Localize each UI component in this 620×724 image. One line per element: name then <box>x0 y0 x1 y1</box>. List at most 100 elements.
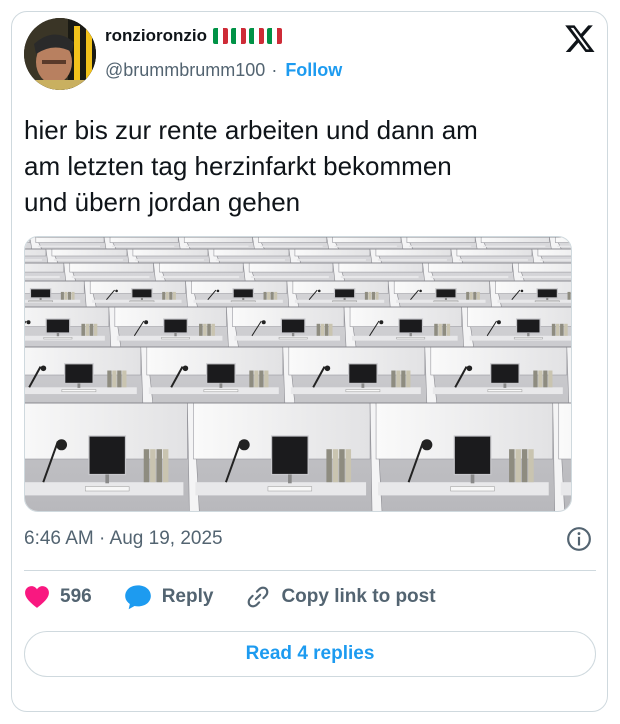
tweet-timestamp[interactable]: 6:46 AM · Aug 19, 2025 <box>24 528 223 550</box>
binder <box>259 370 264 388</box>
binder <box>112 370 117 388</box>
monitor-stand <box>56 333 60 337</box>
monitor-stand <box>343 297 346 300</box>
desk <box>408 245 472 248</box>
author-name[interactable]: ronzioronzio <box>105 26 207 46</box>
like-count: 596 <box>60 586 92 607</box>
binder <box>211 323 215 336</box>
binder <box>332 449 339 483</box>
monitor-stand <box>288 474 292 484</box>
binder <box>364 291 368 300</box>
cubicle-wall <box>35 237 105 243</box>
binder <box>345 449 352 483</box>
monitor-stand <box>546 297 549 300</box>
monitor <box>64 363 94 385</box>
monitor <box>88 435 127 476</box>
tweet-text: hier bis zur rente arbeiten und dann am … <box>24 115 478 217</box>
binder <box>162 291 166 300</box>
binder <box>401 370 406 388</box>
keyboard <box>278 337 308 340</box>
binder <box>446 323 451 336</box>
desk <box>37 245 101 248</box>
binder <box>533 370 538 388</box>
desk <box>112 245 175 248</box>
binder <box>434 323 438 336</box>
action-bar: 596 Reply Copy link to post <box>24 584 468 610</box>
keyboard <box>332 300 358 303</box>
binder <box>117 370 122 388</box>
italy-flag-icon <box>212 28 228 44</box>
cubicle-wall <box>537 248 571 257</box>
binder <box>473 291 477 300</box>
keyboard <box>161 337 190 340</box>
tweet-image[interactable] <box>24 236 572 512</box>
binder <box>571 292 572 300</box>
cubicle-wall <box>375 248 452 257</box>
binder <box>371 291 375 300</box>
binder <box>515 449 521 483</box>
keyboard <box>203 389 239 393</box>
lamp-head <box>317 289 321 293</box>
desk <box>25 245 26 248</box>
binder <box>172 291 176 300</box>
read-replies-button[interactable]: Read 4 replies <box>24 631 596 677</box>
lamp-head <box>379 320 384 325</box>
desk <box>25 259 42 261</box>
binder <box>548 370 553 388</box>
keyboard <box>61 389 97 393</box>
reply-button[interactable]: Reply <box>124 584 213 610</box>
binder <box>328 323 333 336</box>
binder <box>89 323 94 336</box>
monitor <box>536 288 559 299</box>
cubicle-wall <box>518 262 571 273</box>
author-handle[interactable]: @brummbrumm100 <box>105 60 265 81</box>
binder <box>551 323 556 336</box>
desk <box>557 245 571 248</box>
binder <box>85 323 90 336</box>
keyboard <box>396 337 426 340</box>
cubicle-wall <box>51 248 128 257</box>
avatar[interactable] <box>24 18 96 90</box>
desk <box>340 275 419 279</box>
binder <box>555 323 560 336</box>
desk <box>25 275 60 279</box>
desk <box>377 259 447 261</box>
cubicle-wall <box>338 262 423 273</box>
like-button[interactable]: 596 <box>24 585 92 609</box>
monitor <box>490 363 520 385</box>
cubicle-wall <box>25 248 47 257</box>
lamp-head <box>26 320 31 325</box>
monitor-stand <box>527 333 530 337</box>
keyboard <box>450 486 495 492</box>
monitor-stand <box>140 297 143 300</box>
cubicle-wall <box>213 248 290 257</box>
cubicle-wall <box>183 237 253 243</box>
binder <box>538 370 543 388</box>
binder <box>267 291 271 300</box>
monitor-stand <box>105 474 110 484</box>
lamp-head <box>466 365 473 372</box>
binder <box>254 370 259 388</box>
binder <box>203 323 207 336</box>
info-icon[interactable] <box>566 526 592 552</box>
copy-link-button[interactable]: Copy link to post <box>245 584 436 610</box>
cubicle-wall <box>248 262 334 273</box>
italy-flags <box>212 28 282 44</box>
follow-button[interactable]: Follow <box>285 60 342 81</box>
binder <box>567 291 571 300</box>
cubicle-wall <box>109 237 179 243</box>
cubicle-wall <box>294 248 371 257</box>
binder <box>60 291 64 300</box>
desk <box>260 245 323 248</box>
italy-flag-icon <box>248 28 264 44</box>
monitor-stand <box>77 383 81 388</box>
desk <box>134 259 204 261</box>
x-logo-icon[interactable] <box>564 22 596 54</box>
binder <box>509 449 515 483</box>
binder <box>165 291 169 300</box>
lamp-head <box>40 365 47 372</box>
cubicle-wall <box>332 237 402 243</box>
keyboard <box>267 486 313 492</box>
binder <box>564 323 568 336</box>
desk <box>53 259 123 261</box>
